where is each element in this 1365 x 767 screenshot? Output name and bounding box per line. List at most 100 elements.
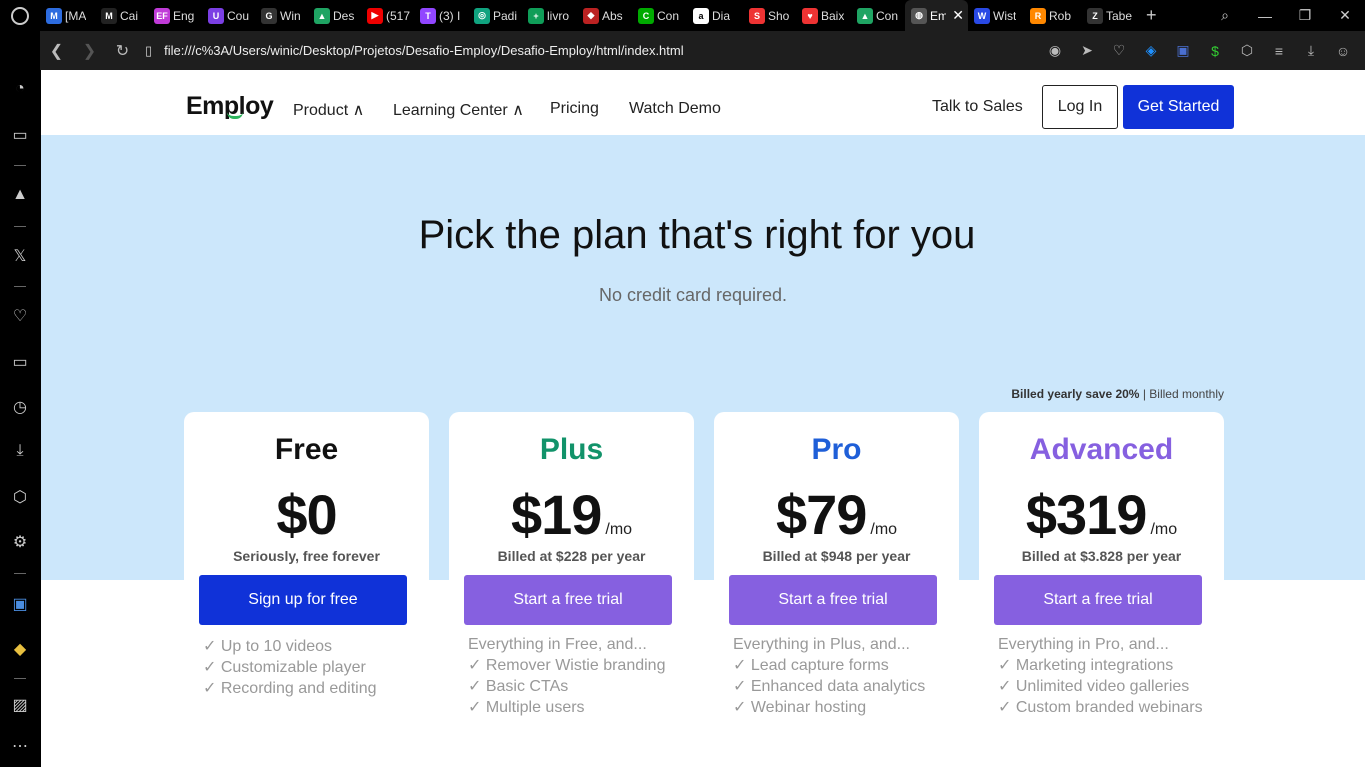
url-field[interactable]: file:///c%3A/Users/winic/Desktop/Projeto…: [164, 43, 1039, 58]
feature-item: ✓ Basic CTAs: [468, 678, 569, 695]
browser-tab[interactable]: W Wist: [968, 0, 1024, 31]
browser-tab[interactable]: ♥ Baix: [796, 0, 851, 31]
plan-features: ✓ Up to 10 videos ✓ Customizable player ✓ …: [203, 636, 448, 699]
tab-favicon-icon: U: [208, 7, 224, 24]
camera-icon[interactable]: ◉: [1039, 42, 1071, 59]
browser-tab[interactable]: + livro: [522, 0, 577, 31]
nav-learning-center[interactable]: Learning Center ∧: [393, 100, 524, 120]
tab-favicon-icon: S: [749, 7, 765, 24]
window-controls: ⌕ — ❐ ✕: [1205, 0, 1365, 31]
tab-label: Wist: [993, 8, 1017, 23]
browser-tab[interactable]: M Cai: [95, 0, 148, 31]
opera-logo-icon[interactable]: [0, 0, 40, 31]
aria-icon[interactable]: ▲: [0, 186, 40, 204]
tab-label: Cou: [227, 8, 250, 23]
plan-price: $79: [775, 483, 867, 546]
new-tab-icon[interactable]: +: [1146, 5, 1157, 26]
features-intro: Everything in Free, and...: [468, 636, 647, 653]
browser-tab[interactable]: ◎ Padi: [468, 0, 522, 31]
cube-icon[interactable]: ⬡: [1231, 42, 1263, 59]
sidebar-divider: [14, 226, 26, 227]
login-button[interactable]: Log In: [1042, 85, 1118, 129]
dollar-icon[interactable]: $: [1199, 43, 1231, 59]
web-page: Employ Product ∧ Learning Center ∧ Prici…: [41, 70, 1365, 767]
tab-favicon-icon: ▶: [367, 7, 383, 24]
browser-tab[interactable]: Z Tabe: [1081, 0, 1136, 31]
tab-strip: M [MA M Cai EF Eng U Cou G Win ▲ Des ▶ (517 T (3) I ◎ Pad…: [40, 0, 1157, 31]
browser-tab[interactable]: T (3) I: [414, 0, 468, 31]
back-icon[interactable]: ❮: [40, 41, 73, 61]
billed-yearly-option[interactable]: Billed yearly save 20%: [1011, 387, 1139, 401]
features-intro: Everything in Pro, and...: [998, 636, 1169, 653]
download-icon[interactable]: ⤓: [1295, 42, 1327, 59]
close-tab-icon[interactable]: ✕: [952, 7, 964, 24]
reload-icon[interactable]: ↻: [106, 41, 139, 61]
twitch-icon[interactable]: ▭: [0, 125, 40, 145]
tab-label: Sho: [768, 8, 790, 23]
plan-card-pro: Pro $79/mo Billed at $948 per year Start a …: [714, 412, 959, 652]
plan-name: Pro: [811, 433, 862, 466]
close-window-icon[interactable]: ✕: [1325, 7, 1365, 24]
tab-favicon-icon: W: [974, 7, 990, 24]
x-icon[interactable]: 𝕏: [0, 246, 40, 266]
features-intro: Everything in Plus, and...: [733, 636, 910, 653]
send-icon[interactable]: ➤: [1071, 42, 1103, 59]
price-row: $0: [184, 482, 429, 547]
page-info-icon[interactable]: ▯: [145, 43, 152, 59]
extension-icon[interactable]: ▣: [1167, 42, 1199, 59]
start-trial-button[interactable]: Start a free trial: [994, 575, 1202, 625]
browser-tab[interactable]: EF Eng: [148, 0, 202, 31]
shazam-icon[interactable]: ◈: [1135, 42, 1167, 59]
browser-tab[interactable]: ◍ Em ✕: [905, 0, 968, 31]
browser-tab[interactable]: U Cou: [202, 0, 255, 31]
plan-features: Everything in Pro, and... ✓ Marketing int…: [998, 634, 1243, 718]
browser-tab[interactable]: ◆ Abs: [577, 0, 632, 31]
tabs-icon[interactable]: ▭: [0, 352, 40, 372]
start-trial-button[interactable]: Start a free trial: [729, 575, 937, 625]
talk-to-sales-link[interactable]: Talk to Sales: [932, 98, 1023, 116]
billed-monthly-option[interactable]: Billed monthly: [1149, 387, 1224, 401]
get-started-button[interactable]: Get Started: [1123, 85, 1234, 129]
browser-tab[interactable]: G Win: [255, 0, 308, 31]
extension-icon[interactable]: ◆: [0, 639, 40, 659]
browser-tab[interactable]: S Sho: [743, 0, 796, 31]
maximize-icon[interactable]: ❐: [1285, 7, 1325, 24]
tab-favicon-icon: ◍: [911, 7, 927, 24]
heart-icon[interactable]: ♡: [0, 306, 40, 326]
feature-item: ✓ Up to 10 videos: [203, 638, 333, 655]
nav-pricing[interactable]: Pricing: [550, 100, 599, 118]
nav-product[interactable]: Product ∧: [293, 100, 364, 120]
browser-tab[interactable]: a Dia: [687, 0, 743, 31]
feature-item: ✓ Recording and editing: [203, 680, 377, 697]
forward-icon[interactable]: ❯: [73, 41, 106, 61]
feature-item: ✓ Remover Wistie branding: [468, 657, 666, 674]
profile-icon[interactable]: ☺: [1327, 43, 1359, 59]
sign-up-free-button[interactable]: Sign up for free: [199, 575, 407, 625]
history-icon[interactable]: ◷: [0, 397, 40, 417]
search-tabs-icon[interactable]: ⌕: [1205, 7, 1245, 24]
translate-icon[interactable]: ▣: [0, 594, 40, 614]
gallery-icon[interactable]: ▨: [0, 695, 40, 715]
browser-tab[interactable]: ▶ (517: [361, 0, 414, 31]
heart-icon[interactable]: ♡: [1103, 42, 1135, 59]
plan-price: $0: [276, 483, 337, 546]
minimize-icon[interactable]: —: [1245, 8, 1285, 24]
sidebar-divider: [14, 286, 26, 287]
start-trial-button[interactable]: Start a free trial: [464, 575, 672, 625]
tab-favicon-icon: C: [638, 7, 654, 24]
more-icon[interactable]: ⋯: [0, 736, 40, 756]
settings-sliders-icon[interactable]: ≡: [1263, 43, 1295, 59]
tab-label: Con: [876, 8, 899, 23]
tab-favicon-icon: ♥: [802, 7, 818, 24]
page-title: Pick the plan that's right for you: [418, 213, 976, 257]
browser-tab[interactable]: M [MA: [40, 0, 95, 31]
browser-tab[interactable]: R Rob: [1024, 0, 1081, 31]
speed-dial-icon[interactable]: ◔: [0, 80, 40, 98]
nav-watch-demo[interactable]: Watch Demo: [629, 100, 721, 118]
browser-tab[interactable]: ▲ Des: [308, 0, 361, 31]
browser-tab[interactable]: ▲ Con: [851, 0, 905, 31]
downloads-icon[interactable]: ⤓: [0, 442, 40, 460]
cube-icon[interactable]: ⬡: [0, 487, 40, 507]
browser-tab[interactable]: C Con: [632, 0, 687, 31]
settings-gear-icon[interactable]: ⚙: [0, 532, 40, 552]
